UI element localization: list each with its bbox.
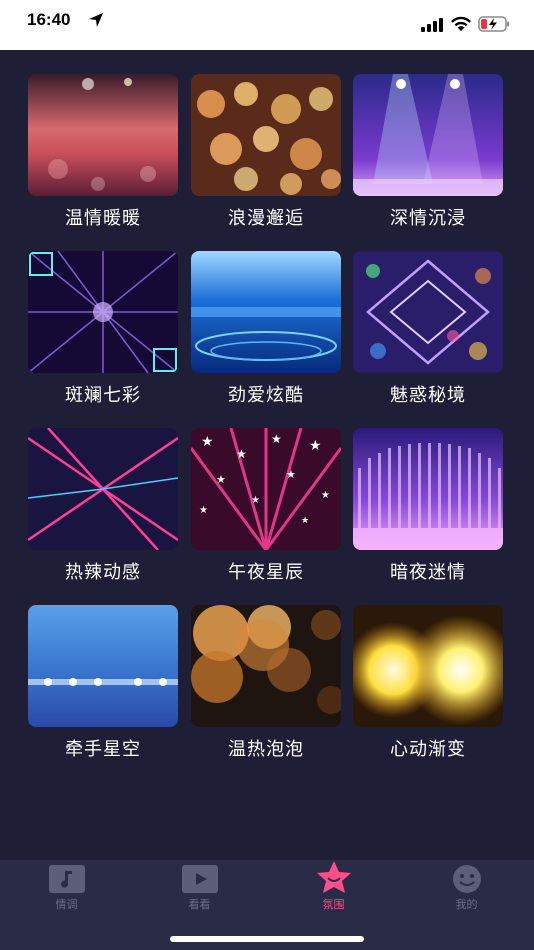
scene-tile[interactable]: 深情沉浸 — [353, 74, 503, 229]
svg-text:★: ★ — [286, 468, 296, 481]
tab-kankan[interactable]: 看看 — [133, 860, 266, 920]
tab-label: 情调 — [55, 898, 78, 911]
scene-label: 热辣动感 — [65, 562, 141, 583]
location-arrow-icon — [89, 13, 103, 27]
svg-text:★: ★ — [201, 434, 214, 450]
scene-thumbnail — [28, 74, 178, 196]
svg-text:★: ★ — [251, 495, 260, 506]
scene-tile[interactable]: 心动渐变 — [353, 605, 503, 760]
svg-text:★: ★ — [216, 473, 226, 486]
scene-tile[interactable]: 牵手星空 — [28, 605, 178, 760]
tab-qingdiao[interactable]: 情调 — [0, 860, 133, 920]
scene-thumbnail — [353, 605, 503, 727]
scene-tile[interactable]: 温热泡泡 — [191, 605, 341, 760]
scene-label: 斑斓七彩 — [65, 385, 141, 406]
music-note-icon — [49, 865, 85, 893]
status-bar: 16:40 — [0, 0, 534, 50]
svg-text:★: ★ — [321, 490, 330, 501]
scene-label: 暗夜迷情 — [390, 562, 466, 583]
scene-tile[interactable]: 暗夜迷情 — [353, 428, 503, 583]
scene-thumbnail — [353, 428, 503, 550]
scene-tile[interactable]: 斑斓七彩 — [28, 251, 178, 406]
play-icon — [182, 865, 218, 893]
cellular-signal-icon — [421, 18, 443, 32]
svg-text:★: ★ — [271, 432, 282, 446]
scene-tile[interactable]: 浪漫邂逅 — [191, 74, 341, 229]
tab-wode[interactable]: 我的 — [400, 860, 533, 920]
scene-thumbnail — [28, 428, 178, 550]
svg-text:★: ★ — [301, 516, 309, 526]
scene-tile[interactable]: ★ ★ ★ ★ ★ ★ ★ ★ ★ ★ 午夜星辰 — [191, 428, 341, 583]
scene-thumbnail — [191, 605, 341, 727]
scene-label: 温情暖暖 — [65, 208, 141, 229]
star-icon — [317, 861, 351, 893]
scene-label: 深情沉浸 — [390, 208, 466, 229]
tab-fenwei[interactable]: 氛围 — [267, 860, 400, 920]
home-indicator — [170, 936, 364, 942]
scene-thumbnail — [28, 251, 178, 373]
scene-label: 心动渐变 — [390, 739, 466, 760]
svg-text:★: ★ — [309, 438, 322, 454]
scene-tile[interactable]: 劲爱炫酷 — [191, 251, 341, 406]
scene-thumbnail — [28, 605, 178, 727]
scene-thumbnail: ★ ★ ★ ★ ★ ★ ★ ★ ★ ★ — [191, 428, 341, 550]
scene-thumbnail — [353, 74, 503, 196]
wifi-icon — [451, 16, 471, 31]
scene-label: 魅惑秘境 — [390, 385, 466, 406]
scene-tile[interactable]: 热辣动感 — [28, 428, 178, 583]
battery-charging-icon — [478, 16, 509, 32]
scene-thumbnail — [191, 74, 341, 196]
tab-label: 看看 — [188, 898, 211, 911]
smiley-icon — [453, 865, 481, 893]
tab-label: 我的 — [455, 898, 478, 911]
svg-text:★: ★ — [199, 505, 208, 516]
scene-tile[interactable]: 魅惑秘境 — [353, 251, 503, 406]
svg-text:★: ★ — [236, 447, 247, 461]
scene-label: 牵手星空 — [65, 739, 141, 760]
scene-thumbnail — [353, 251, 503, 373]
status-time: 16:40 — [27, 10, 71, 29]
scene-thumbnail — [191, 251, 341, 373]
scene-tile[interactable]: 温情暖暖 — [28, 74, 178, 229]
tab-label: 氛围 — [322, 898, 345, 911]
